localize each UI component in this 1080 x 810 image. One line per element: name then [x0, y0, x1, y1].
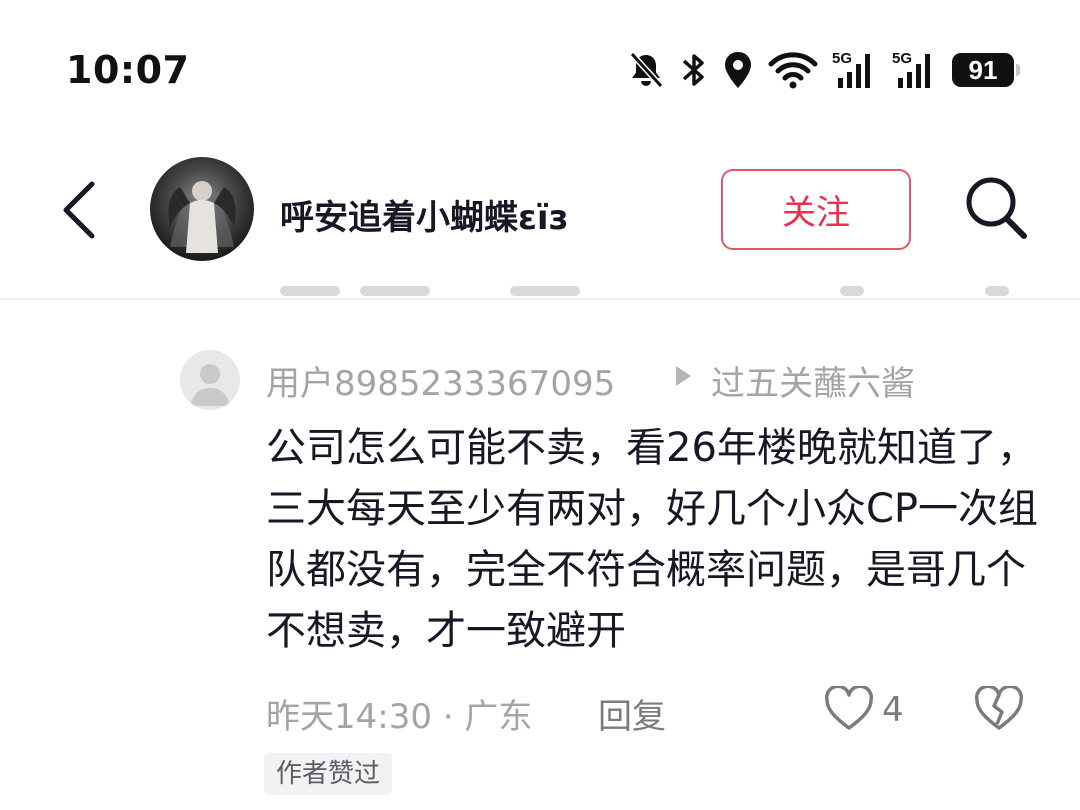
commenter-username[interactable]: 用户8985233367095	[266, 356, 615, 405]
previous-comment-fragment	[270, 284, 1030, 298]
header-divider	[0, 298, 1080, 300]
like-count: 4	[882, 690, 904, 730]
location-icon	[722, 50, 754, 90]
battery-icon: 91	[952, 53, 1020, 87]
cellular-signal-1-icon: 5G	[832, 50, 878, 90]
status-icons: 5G 5G 91	[626, 48, 1020, 92]
author-liked-badge: 作者赞过	[264, 753, 393, 795]
reply-target-username[interactable]: 过五关蘸六酱	[711, 356, 915, 405]
reply-arrow-icon	[676, 366, 691, 386]
default-user-icon	[190, 364, 230, 406]
author-username[interactable]: 呼安追着小蝴蝶εïз	[280, 190, 568, 239]
status-time: 10:07	[66, 48, 190, 92]
follow-button[interactable]: 关注	[721, 169, 911, 250]
cellular-signal-2-icon: 5G	[892, 50, 938, 90]
avatar-figure-image	[168, 181, 236, 253]
reply-button[interactable]: 回复	[598, 689, 666, 738]
broken-heart-icon	[974, 684, 1024, 730]
dislike-button[interactable]	[974, 684, 1024, 732]
like-button[interactable]	[824, 684, 874, 732]
wifi-icon	[768, 50, 818, 90]
back-button[interactable]	[56, 178, 106, 242]
mute-bell-icon	[626, 50, 666, 90]
search-icon	[966, 177, 1027, 239]
commenter-avatar[interactable]	[180, 350, 240, 410]
comment-text: 公司怎么可能不卖，看26年楼晚就知道了，三大每天至少有两对，好几个小众CP一次组…	[266, 425, 1039, 654]
heart-icon	[824, 684, 874, 730]
author-avatar[interactable]	[150, 157, 254, 261]
bluetooth-icon	[680, 50, 708, 90]
search-button[interactable]	[962, 174, 1032, 242]
chevron-left-icon	[63, 181, 95, 239]
comment-meta: 昨天14:30 · 广东	[266, 697, 533, 737]
